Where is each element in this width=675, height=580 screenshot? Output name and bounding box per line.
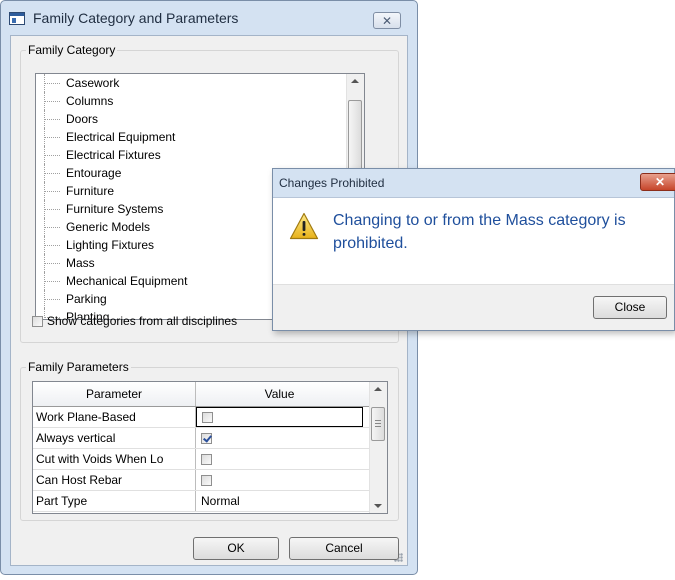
parameter-value[interactable] xyxy=(196,449,363,469)
category-item[interactable]: Doors xyxy=(36,110,364,128)
parameter-checkbox[interactable] xyxy=(201,453,212,465)
category-item[interactable]: Electrical Fixtures xyxy=(36,146,364,164)
app-icon xyxy=(9,11,25,25)
parameter-value[interactable]: Normal xyxy=(196,491,363,511)
dialog-title: Family Category and Parameters xyxy=(33,10,239,26)
parameter-row[interactable]: Cut with Voids When Lo xyxy=(33,449,387,470)
scroll-down-arrow-icon[interactable] xyxy=(374,504,382,508)
message-close-x-button[interactable]: ✕ xyxy=(640,173,675,191)
scroll-up-arrow-icon[interactable] xyxy=(351,79,359,83)
parameter-row[interactable]: Work Plane-Based xyxy=(33,407,387,428)
parameter-value[interactable] xyxy=(196,407,363,427)
parameter-column-header[interactable]: Parameter xyxy=(33,382,196,406)
warning-icon xyxy=(289,212,319,240)
parameter-value[interactable] xyxy=(196,470,363,490)
parameter-row[interactable]: Part Type Normal xyxy=(33,491,387,512)
parameter-row[interactable]: Always vertical xyxy=(33,428,387,449)
family-category-label: Family Category xyxy=(26,43,118,57)
parameter-checkbox[interactable] xyxy=(202,411,213,423)
message-text: Changing to or from the Mass category is… xyxy=(333,212,626,252)
category-item[interactable]: Columns xyxy=(36,92,364,110)
parameter-value[interactable] xyxy=(196,428,363,448)
show-all-label: Show categories from all disciplines xyxy=(47,314,238,328)
dialog-titlebar: Family Category and Parameters xyxy=(9,8,238,28)
dialog-close-button[interactable]: ✕ xyxy=(373,12,401,29)
grid-scrollbar[interactable] xyxy=(369,382,387,513)
category-item[interactable]: Casework xyxy=(36,74,364,92)
parameter-row[interactable]: Can Host Rebar xyxy=(33,470,387,491)
grip-icon xyxy=(375,420,381,427)
message-close-button[interactable]: Close xyxy=(593,296,667,319)
show-all-checkbox[interactable] xyxy=(32,315,43,327)
grid-scroll-thumb[interactable] xyxy=(371,407,385,441)
ok-button[interactable]: OK xyxy=(193,537,279,560)
parameter-name: Work Plane-Based xyxy=(33,407,196,427)
parameters-grid: Parameter Value Work Plane-Based Always v… xyxy=(32,381,388,514)
parameter-value-text: Normal xyxy=(201,494,240,508)
value-column-header[interactable]: Value xyxy=(196,382,363,406)
family-parameters-label: Family Parameters xyxy=(26,360,131,374)
message-title: Changes Prohibited xyxy=(279,176,385,190)
show-all-disciplines[interactable]: Show categories from all disciplines xyxy=(32,314,237,328)
parameter-name: Part Type xyxy=(33,491,196,511)
parameter-name: Can Host Rebar xyxy=(33,470,196,490)
parameter-name: Always vertical xyxy=(33,428,196,448)
category-item[interactable]: Electrical Equipment xyxy=(36,128,364,146)
cancel-button[interactable]: Cancel xyxy=(289,537,399,560)
parameter-checkbox[interactable] xyxy=(201,432,212,444)
parameter-checkbox[interactable] xyxy=(201,474,212,486)
message-titlebar: Changes Prohibited xyxy=(273,169,674,198)
grid-header: Parameter Value xyxy=(33,382,387,407)
scroll-up-arrow-icon[interactable] xyxy=(374,387,382,391)
parameter-name: Cut with Voids When Lo xyxy=(33,449,196,469)
